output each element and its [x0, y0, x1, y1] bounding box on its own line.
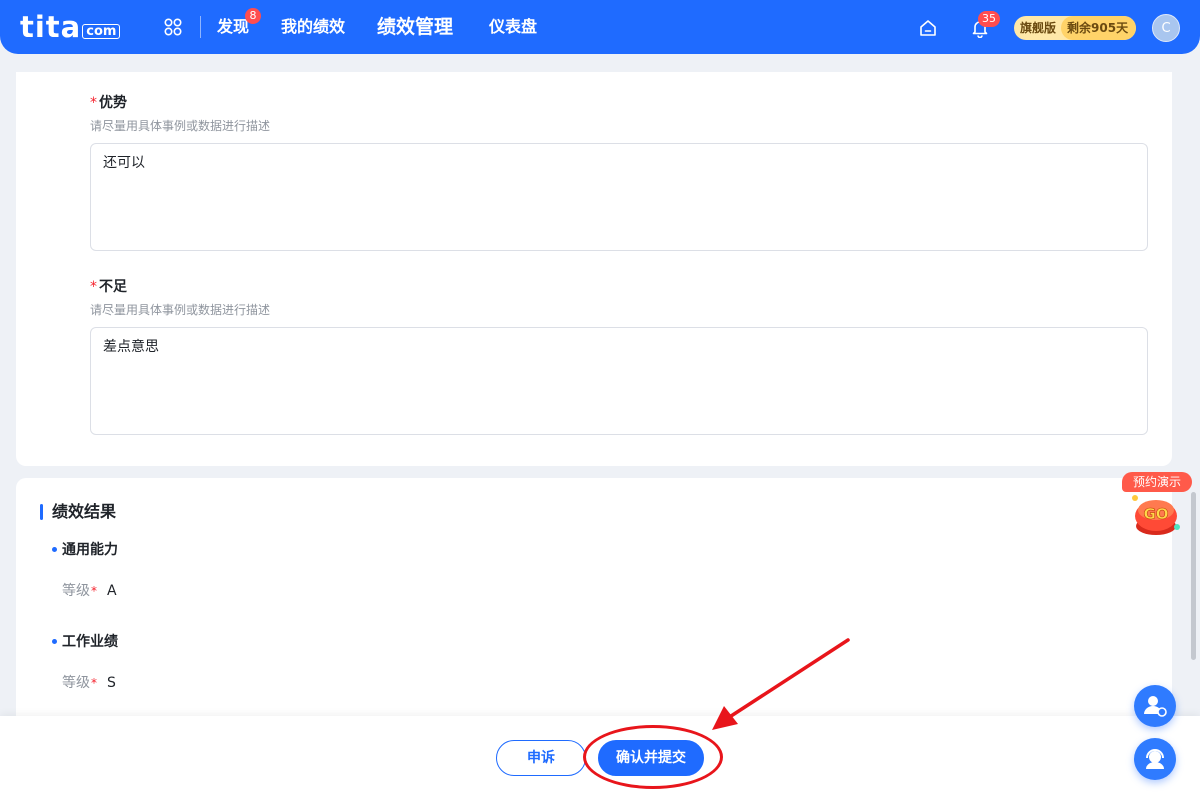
group-title-general-ability: 通用能力 [62, 542, 118, 558]
home-icon[interactable] [918, 18, 938, 38]
section-accent-bar [40, 504, 43, 520]
confirm-submit-button[interactable]: 确认并提交 [598, 740, 704, 776]
weaknesses-textarea[interactable]: 差点意思 [90, 327, 1148, 435]
support-icon [1146, 749, 1164, 769]
strengths-label: * 优势 [90, 94, 127, 112]
group-title-work-performance: 工作业绩 [62, 634, 118, 650]
apps-icon[interactable] [164, 18, 182, 36]
grade-value-general-ability: A [107, 583, 117, 599]
performance-result-card: 绩效结果 通用能力 等级* A 工作业绩 等级* S [16, 478, 1172, 718]
nav-item-label: 发现 [217, 17, 250, 36]
weaknesses-label-text: 不足 [99, 279, 127, 295]
strengths-textarea[interactable]: 还可以 [90, 143, 1148, 251]
demo-tag: 预约演示 [1122, 472, 1192, 492]
appeal-button[interactable]: 申诉 [496, 740, 586, 776]
nav-divider [200, 16, 201, 38]
strengths-hint: 请尽量用具体事例或数据进行描述 [90, 119, 271, 133]
logo-text: tita [20, 10, 82, 44]
grade-label-text: 等级 [62, 583, 90, 599]
user-avatar[interactable]: C [1152, 14, 1180, 42]
grade-label: 等级* [62, 582, 97, 600]
action-footer: 申诉 确认并提交 [0, 716, 1200, 800]
nav-item-discover[interactable]: 发现 8 [217, 8, 261, 37]
grade-label: 等级* [62, 674, 97, 692]
discover-badge: 8 [245, 8, 261, 24]
grade-value-work-performance: S [107, 675, 116, 691]
notification-badge: 35 [978, 11, 1000, 27]
required-mark: * [90, 95, 97, 111]
grade-label-text: 等级 [62, 675, 90, 691]
weaknesses-hint: 请尽量用具体事例或数据进行描述 [90, 303, 271, 317]
user-settings-button[interactable] [1134, 685, 1176, 727]
bullet-dot [52, 547, 57, 552]
go-icon: GO [1132, 495, 1180, 535]
logo-suffix: com [82, 24, 121, 39]
nav-item-my-performance[interactable]: 我的绩效 [281, 17, 345, 37]
plan-remaining: 剩余905天 [1061, 16, 1137, 40]
strengths-label-text: 优势 [99, 95, 127, 111]
user-settings-icon [1144, 696, 1167, 717]
evaluation-form-card: * 优势 请尽量用具体事例或数据进行描述 还可以 * 不足 请尽量用具体事例或数据进… [16, 72, 1172, 466]
top-navbar: tita com 发现 8 我的绩效 绩效管理 仪表盘 35 旗舰版 剩余905… [0, 0, 1200, 54]
nav-item-dashboard[interactable]: 仪表盘 [489, 17, 537, 37]
required-mark: * [91, 676, 97, 690]
section-title: 绩效结果 [52, 502, 117, 521]
book-demo-widget[interactable]: 预约演示 GO [1120, 470, 1192, 542]
plan-badge[interactable]: 旗舰版 剩余905天 [1014, 16, 1137, 40]
required-mark: * [90, 279, 97, 295]
bullet-dot [52, 639, 57, 644]
nav-item-performance-management[interactable]: 绩效管理 [377, 15, 453, 39]
required-mark: * [91, 584, 97, 598]
plan-name: 旗舰版 [1020, 21, 1057, 35]
weaknesses-label: * 不足 [90, 278, 127, 296]
support-button[interactable] [1134, 738, 1176, 780]
go-text: GO [1143, 505, 1168, 523]
tita-logo[interactable]: tita com [20, 9, 121, 44]
